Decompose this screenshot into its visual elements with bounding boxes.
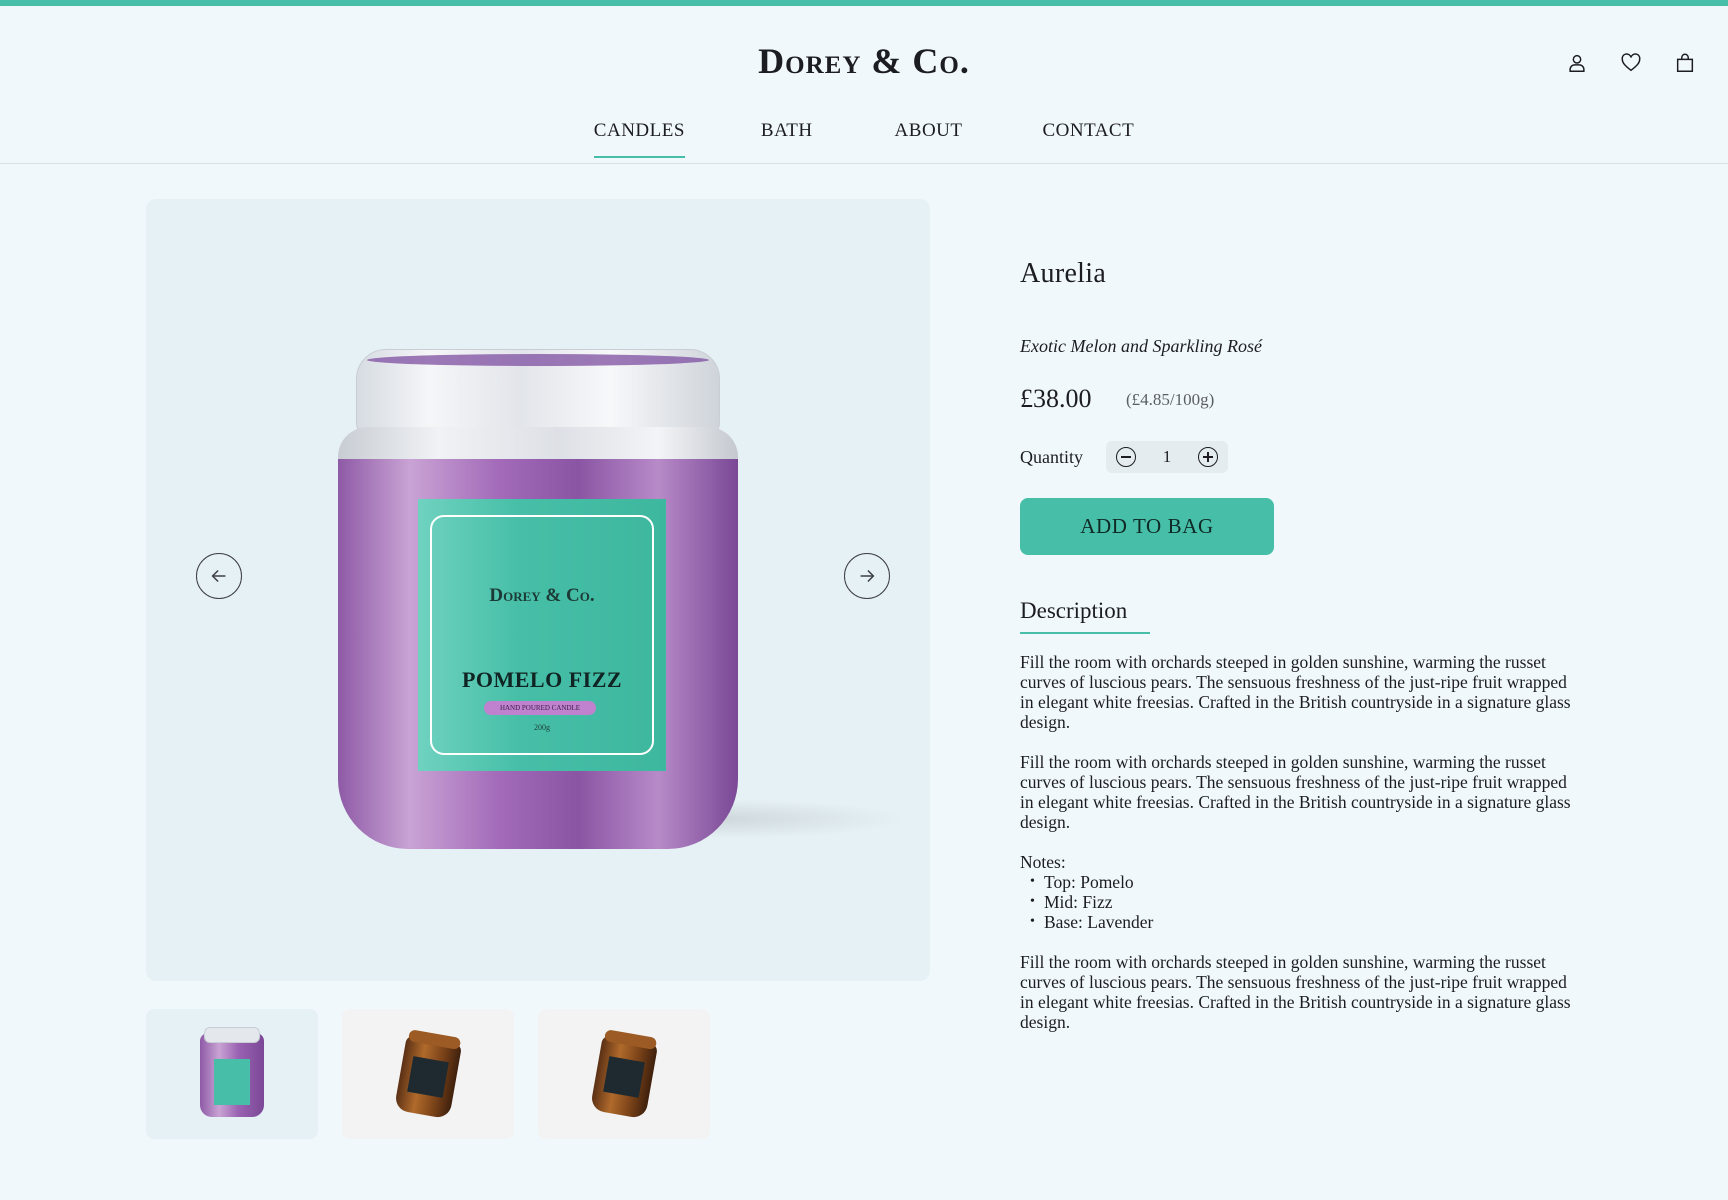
jar-neck [338, 427, 738, 463]
arrow-right-icon [860, 569, 875, 583]
jar-label: Dorey & Co. POMELO FIZZ HAND POURED CAND… [418, 499, 666, 771]
jar-label-tag: HAND POURED CANDLE [484, 701, 596, 715]
main-nav: CANDLES BATH ABOUT CONTACT [0, 120, 1728, 158]
product-scent: Exotic Melon and Sparkling Rosé [1020, 336, 1262, 356]
description-tab-underline [1020, 632, 1150, 634]
nav-candles[interactable]: CANDLES [593, 120, 686, 158]
quantity-stepper: 1 [1106, 441, 1228, 473]
description-paragraph: Fill the room with orchards steeped in g… [1020, 652, 1571, 732]
bag-icon[interactable] [1672, 50, 1698, 76]
gallery-next-button[interactable] [844, 553, 890, 599]
thumbnail-2[interactable] [342, 1009, 514, 1139]
thumbnail-1[interactable] [146, 1009, 318, 1139]
jar-label-name: POMELO FIZZ [461, 667, 623, 692]
note-item: Top: Pomelo [1030, 872, 1580, 892]
jar-rim [356, 349, 720, 437]
product-price: £38.00 [1020, 384, 1092, 413]
note-item: Mid: Fizz [1030, 892, 1580, 912]
user-icon[interactable] [1564, 50, 1590, 76]
thumbnail-strip [146, 1009, 710, 1139]
candle-jar-image: Dorey & Co. POMELO FIZZ HAND POURED CAND… [338, 349, 738, 849]
quantity-value[interactable]: 1 [1163, 447, 1172, 467]
heart-icon[interactable] [1618, 50, 1644, 76]
gallery-prev-button[interactable] [196, 553, 242, 599]
nav-bath[interactable]: BATH [761, 120, 813, 156]
tab-description[interactable]: Description [1020, 598, 1127, 632]
notes-list: Top: Pomelo Mid: Fizz Base: Lavender [1030, 872, 1580, 932]
site-header: Dorey & Co. CANDLES BATH ABOUT CONTACT [0, 6, 1728, 164]
description-paragraph: Fill the room with orchards steeped in g… [1020, 952, 1571, 1032]
amber-jar-thumbnail-image [589, 1034, 659, 1120]
arrow-left-icon [211, 569, 226, 583]
quantity-increase-button[interactable] [1198, 447, 1218, 467]
note-item: Base: Lavender [1030, 912, 1580, 932]
notes-label: Notes: [1020, 852, 1066, 872]
product-image-gallery: Dorey & Co. POMELO FIZZ HAND POURED CAND… [146, 199, 930, 981]
site-logo[interactable]: Dorey & Co. [0, 40, 1728, 82]
thumbnail-3[interactable] [538, 1009, 710, 1139]
jar-label-frame [430, 515, 654, 755]
jar-label-weight: 200g [534, 723, 550, 732]
quantity-decrease-button[interactable] [1116, 447, 1136, 467]
nav-about[interactable]: ABOUT [895, 120, 963, 156]
unit-price: (£4.85/100g) [1126, 390, 1215, 409]
quantity-label: Quantity [1020, 447, 1083, 467]
amber-jar-thumbnail-image [393, 1034, 463, 1120]
description-body: Fill the room with orchards steeped in g… [1020, 652, 1580, 1052]
add-to-bag-button[interactable]: ADD TO BAG [1020, 498, 1274, 555]
product-name: Aurelia [1020, 258, 1107, 289]
header-icons [1564, 50, 1698, 76]
description-paragraph: Fill the room with orchards steeped in g… [1020, 752, 1571, 832]
nav-contact[interactable]: CONTACT [1043, 120, 1135, 156]
purple-jar-thumbnail-image [200, 1027, 264, 1117]
minus-icon [1121, 456, 1131, 458]
jar-label-brand: Dorey & Co. [489, 585, 595, 606]
